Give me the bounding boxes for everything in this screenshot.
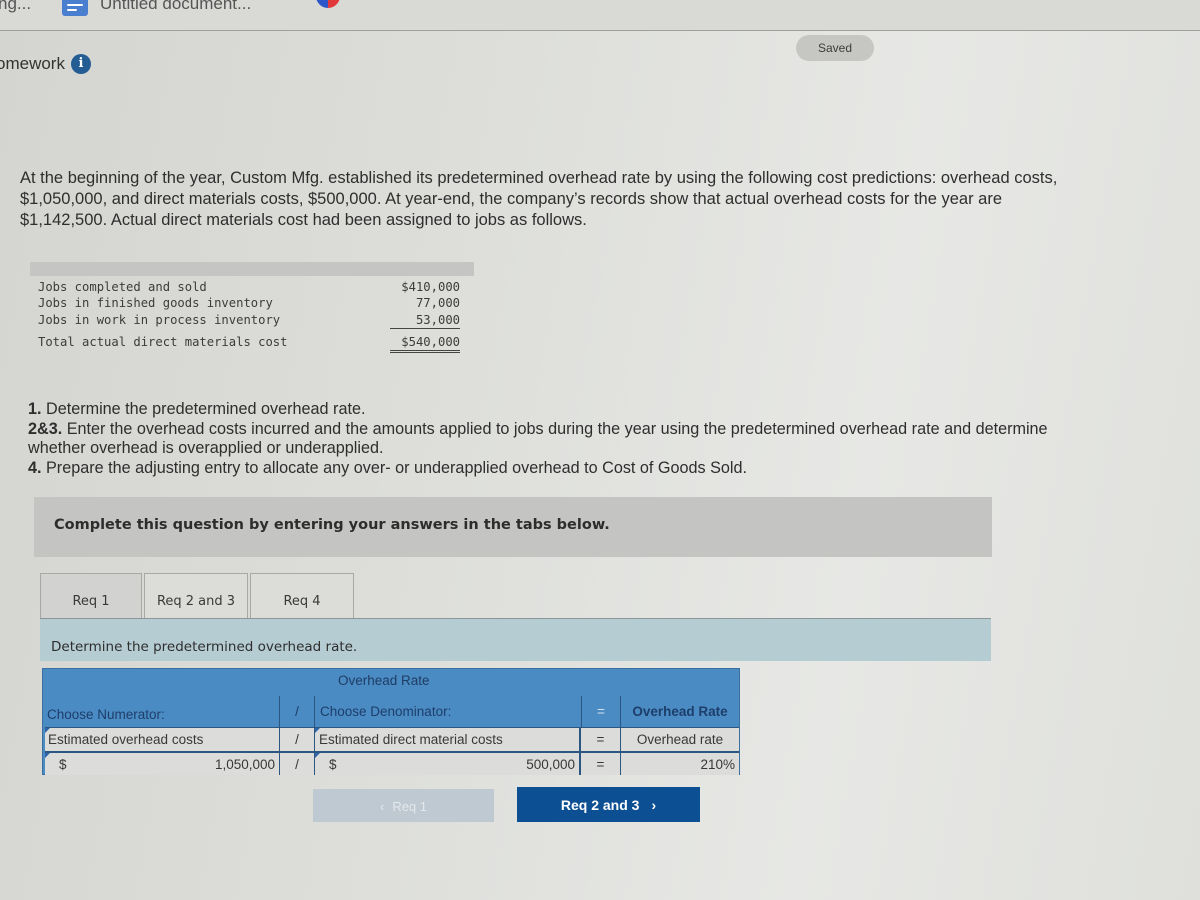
input-marker-icon (45, 753, 50, 758)
table-header-band (30, 262, 474, 276)
numerator-header: Choose Numerator: (47, 707, 165, 722)
numerator-select-value: Estimated overhead costs (48, 732, 204, 747)
instructions-text: Complete this question by entering your … (54, 517, 610, 533)
row-amount: $540,000 (390, 335, 460, 353)
dropdown-marker-icon (45, 728, 50, 733)
browser-tab-2[interactable]: Untitled document... (100, 0, 251, 14)
equals-symbol: = (581, 696, 621, 727)
denominator-input[interactable]: $500,000 (315, 751, 581, 775)
row-amount: $410,000 (401, 280, 460, 294)
req-instruction-bar: Determine the predetermined overhead rat… (40, 618, 991, 661)
overhead-rate-table: Overhead Rate Choose Numerator: / Choose… (42, 668, 740, 775)
extension-icon (316, 0, 340, 8)
requirement-number: 4. (28, 458, 42, 477)
prev-req-label: Req 1 (392, 799, 428, 814)
overhead-rate-title: Overhead Rate (338, 673, 430, 688)
currency-symbol: $ (329, 757, 337, 772)
prev-req-button[interactable]: ‹ Req 1 (313, 789, 494, 822)
browser-tab-strip: ng... Untitled document... (0, 0, 1200, 31)
chevron-left-icon: ‹ (379, 799, 385, 814)
denominator-select-value: Estimated direct material costs (319, 732, 503, 747)
requirement-text: Determine the predetermined overhead rat… (41, 400, 366, 418)
input-marker-icon (315, 753, 320, 758)
table-row: Jobs in finished goods inventory 77,000 (38, 296, 468, 313)
result-label: Overhead rate (621, 727, 739, 751)
assignment-title: omework (0, 54, 65, 73)
requirement-number: 1. (28, 400, 42, 418)
direct-materials-table: Jobs completed and sold $410,000 Jobs in… (30, 262, 474, 356)
row-label: Jobs completed and sold (38, 280, 207, 294)
divide-symbol: / (279, 751, 315, 775)
currency-symbol: $ (59, 757, 67, 772)
google-docs-icon (62, 0, 88, 16)
problem-intro-text: At the beginning of the year, Custom Mfg… (20, 169, 1058, 229)
equals-symbol: = (581, 751, 621, 775)
result-header: Overhead Rate (632, 704, 728, 719)
row-amount: 53,000 (390, 313, 460, 329)
requirement-number: 2&3. (28, 419, 63, 438)
table-row: Jobs completed and sold $410,000 (38, 280, 468, 297)
divide-symbol: / (279, 696, 315, 727)
table-title: Overhead Rate (43, 669, 739, 693)
denominator-select[interactable]: Estimated direct material costs (315, 727, 581, 751)
next-req-button[interactable]: Req 2 and 3 › (517, 787, 700, 822)
denominator-value: 500,000 (526, 757, 575, 772)
overhead-rate-result: 210% (621, 751, 739, 775)
next-req-label: Req 2 and 3 (560, 797, 640, 813)
row-label: Jobs in work in process inventory (38, 313, 281, 327)
numerator-value: 1,050,000 (214, 757, 275, 772)
saved-status-badge: Saved (796, 35, 874, 61)
table-row: Jobs in work in process inventory 53,000 (38, 313, 468, 330)
numerator-input[interactable]: $1,050,000 (45, 751, 279, 775)
requirement-item: 4. Prepare the adjusting entry to alloca… (28, 459, 1108, 479)
info-icon[interactable]: i (71, 54, 91, 74)
table-total-row: Total actual direct materials cost $540,… (38, 335, 468, 353)
row-label: Total actual direct materials cost (38, 335, 288, 349)
requirement-item: 2&3. Enter the overhead costs incurred a… (28, 420, 1108, 459)
divide-symbol: / (279, 727, 315, 751)
req-instruction-text: Determine the predetermined overhead rat… (51, 639, 358, 655)
row-label: Jobs in finished goods inventory (38, 296, 273, 310)
instructions-banner: Complete this question by entering your … (34, 497, 992, 557)
browser-tab-1[interactable]: ng... (0, 0, 31, 14)
numerator-select[interactable]: Estimated overhead costs (45, 727, 279, 751)
requirement-text: Prepare the adjusting entry to allocate … (41, 458, 747, 477)
row-amount: 77,000 (415, 296, 460, 310)
requirements-list: 1. Determine the predetermined overhead … (28, 400, 1108, 478)
dropdown-marker-icon (315, 728, 320, 733)
requirement-text: Enter the overhead costs incurred and th… (28, 419, 1048, 458)
denominator-header: Choose Denominator: (320, 704, 452, 719)
requirement-item: 1. Determine the predetermined overhead … (28, 400, 1108, 420)
equals-symbol: = (581, 727, 621, 751)
chevron-right-icon: › (651, 797, 657, 813)
